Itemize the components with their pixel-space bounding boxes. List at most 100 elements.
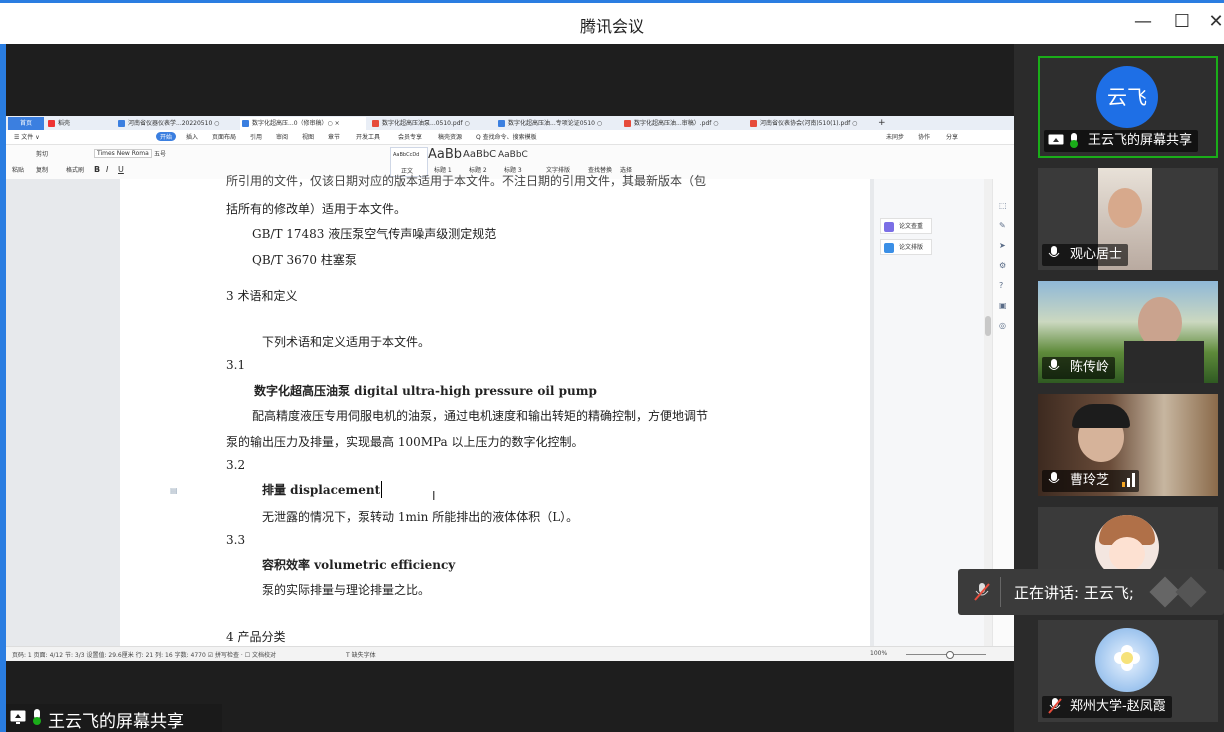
collab-button[interactable]: 协作 xyxy=(918,132,930,141)
italic-button[interactable]: I xyxy=(106,165,108,174)
tab-pdf-1[interactable]: 数字化超高压油泵...0510.pdf ○ xyxy=(370,117,492,130)
doc-ref-1: GB/T 17483 液压泵空气传声噪声级测定规范 xyxy=(252,227,497,241)
sync-status[interactable]: 未同步 xyxy=(886,132,904,141)
menu-view[interactable]: 视图 xyxy=(302,132,314,141)
menu-developer[interactable]: 开发工具 xyxy=(356,132,380,141)
doc-num-3-3: 3.3 xyxy=(226,533,246,547)
pen-tool-icon[interactable]: ✎ xyxy=(999,221,1006,230)
menu-reference[interactable]: 引用 xyxy=(250,132,262,141)
mic-muted-icon xyxy=(974,583,990,601)
menu-review[interactable]: 审阅 xyxy=(276,132,288,141)
tab-doc-1[interactable]: 河南省仪器仪表学...20220510 ○ xyxy=(116,117,236,130)
maximize-button[interactable]: ☐ xyxy=(1170,11,1194,32)
style-h3[interactable]: AaBbC 标题 3 xyxy=(498,147,532,175)
tab-doc-2[interactable]: 数字化超高压油...专项论证0510 ○ xyxy=(496,117,618,130)
paper-layout-label: 论文排版 xyxy=(899,244,924,251)
doc-def-3-1a: 配高精度液压专用伺服电机的油泵，通过电机速度和输出转矩的精确控制，方便地调节 xyxy=(252,409,709,423)
screen-share-icon xyxy=(1048,134,1064,145)
tab-home[interactable]: 首页 xyxy=(8,117,44,130)
text-cursor-icon: I xyxy=(432,489,436,503)
paper-check-label: 论文查重 xyxy=(899,223,924,230)
doc-section-4: 4 产品分类 xyxy=(226,630,286,644)
cursor-tool-icon[interactable]: ⬚ xyxy=(999,201,1007,210)
tab-pdf-2[interactable]: 数字化超高压油...审稿）.pdf ○ xyxy=(622,117,744,130)
speaking-indicator: 正在讲话: 王云飞; xyxy=(958,569,1224,615)
participant-tile-cao[interactable]: 曹玲芝 xyxy=(1038,394,1218,496)
paper-check-button[interactable]: 论文查重 xyxy=(880,218,932,234)
menu-start[interactable]: 开始 xyxy=(156,132,177,141)
pointer-tool-icon[interactable]: ➤ xyxy=(999,241,1006,250)
speaking-text: 正在讲话: 王云飞; xyxy=(1014,584,1134,602)
menu-member[interactable]: 会员专享 xyxy=(398,132,422,141)
menu-search[interactable]: Q 查找命令、搜索模板 xyxy=(476,132,537,141)
mic-muted-icon xyxy=(1048,698,1062,714)
tab-pdf-3[interactable]: 河南省仪表协会(河南)510(1).pdf ○ xyxy=(748,117,874,130)
pdf-icon xyxy=(750,120,757,127)
paper-layout-button[interactable]: 论文排版 xyxy=(880,239,932,255)
doc-def-3-1b: 泵的输出压力及排量，实现最高 100MPa 以上压力的数字化控制。 xyxy=(226,435,584,449)
underline-button[interactable]: U xyxy=(118,165,124,174)
docer-icon xyxy=(48,120,55,127)
window-title: 腾讯会议 xyxy=(579,17,644,36)
style-h2[interactable]: AaBbC 标题 2 xyxy=(463,147,497,175)
document-page[interactable]: 所引用的文件，仅该日期对应的版本适用于本文件。不注日期的引用文件，其最新版本（包… xyxy=(120,174,870,646)
paste-button[interactable]: 粘贴 xyxy=(12,165,24,174)
format-painter-button[interactable]: 格式刷 xyxy=(66,165,84,174)
status-font-missing[interactable]: T 缺失字体 xyxy=(346,650,376,659)
mic-on-icon xyxy=(1048,472,1060,483)
shared-wps-window: 首页 稻壳 河南省仪器仪表学...20220510 ○ 数字化超高压...0（修… xyxy=(6,116,1015,661)
tab-docer[interactable]: 稻壳 xyxy=(46,117,106,130)
doc-line-1: 括所有的修改单）适用于本文件。 xyxy=(226,202,407,216)
pdf-icon xyxy=(372,120,379,127)
style-h1-sample: AaBb xyxy=(428,147,463,162)
zoom-slider-handle[interactable] xyxy=(946,651,954,659)
participant-tile-guanxin[interactable]: 观心居士 xyxy=(1038,168,1218,270)
participant-tile-chen[interactable]: 陈传岭 xyxy=(1038,281,1218,383)
mic-on-icon xyxy=(1070,133,1078,148)
avatar xyxy=(1095,628,1159,692)
cut-button[interactable]: 剪切 xyxy=(36,149,48,158)
menu-section[interactable]: 章节 xyxy=(328,132,340,141)
location-tool-icon[interactable]: ◎ xyxy=(999,321,1006,330)
style-h2-sample: AaBbC xyxy=(463,149,497,160)
style-h1[interactable]: AaBb 标题 1 xyxy=(428,147,462,175)
doc-term-3-1: 数字化超高压油泵 digital ultra-high pressure oil… xyxy=(254,384,597,398)
wps-tab-bar: 首页 稻壳 河南省仪器仪表学...20220510 ○ 数字化超高压...0（修… xyxy=(6,116,1014,130)
document-scrollbar-thumb[interactable] xyxy=(985,316,991,336)
bold-button[interactable]: B xyxy=(94,165,100,174)
doc-term-3-3: 容积效率 volumetric efficiency xyxy=(262,558,456,572)
pdf-icon xyxy=(624,120,631,127)
font-size-select[interactable]: 五号 xyxy=(154,149,166,158)
doc-section-3: 3 术语和定义 xyxy=(226,289,298,303)
doc-def-3-2: 无泄露的情况下，泵转动 1min 所能排出的液体体积（L）。 xyxy=(262,510,579,524)
face-shape xyxy=(1109,537,1145,571)
paragraph-marker-icon[interactable]: ▤ xyxy=(170,486,180,495)
participant-tile-wang[interactable]: 云飞 王云飞的屏幕共享 xyxy=(1038,56,1218,158)
minimize-button[interactable]: — xyxy=(1131,11,1155,32)
adjust-tool-icon[interactable]: ⚙ xyxy=(999,261,1006,270)
menu-insert[interactable]: 插入 xyxy=(186,132,198,141)
tab-doc-active[interactable]: 数字化超高压...0（修审稿）○ × xyxy=(240,117,366,130)
zoom-level[interactable]: 100% xyxy=(870,650,887,657)
menu-layout[interactable]: 页面布局 xyxy=(212,132,236,141)
image-tool-icon[interactable]: ▣ xyxy=(999,301,1007,310)
divider xyxy=(1000,577,1001,607)
paper-layout-icon xyxy=(884,243,894,253)
menu-docer-resources[interactable]: 稿壳资源 xyxy=(438,132,462,141)
close-button[interactable]: ✕ xyxy=(1204,11,1224,32)
title-bar: 腾讯会议 — ☐ ✕ xyxy=(0,0,1224,44)
doc-num-3-2: 3.2 xyxy=(226,458,246,472)
hair-shape xyxy=(1072,404,1130,428)
doc-icon xyxy=(498,120,505,127)
copy-button[interactable]: 复制 xyxy=(36,165,48,174)
new-tab-button[interactable]: + xyxy=(878,117,892,130)
doc-intro: 下列术语和定义适用于本文件。 xyxy=(262,335,431,349)
help-tool-icon[interactable]: ? xyxy=(999,281,1003,290)
participant-tile-zhao[interactable]: 郑州大学-赵凤霞 xyxy=(1038,620,1218,722)
share-button[interactable]: 分享 xyxy=(946,132,958,141)
doc-ref-2: QB/T 3670 柱塞泵 xyxy=(252,253,357,267)
font-name-select[interactable]: Times New Roma xyxy=(94,149,152,158)
menu-file[interactable]: ☰ 文件 ∨ xyxy=(14,132,40,141)
mic-on-icon xyxy=(33,709,41,725)
flower-icon xyxy=(1121,652,1133,664)
